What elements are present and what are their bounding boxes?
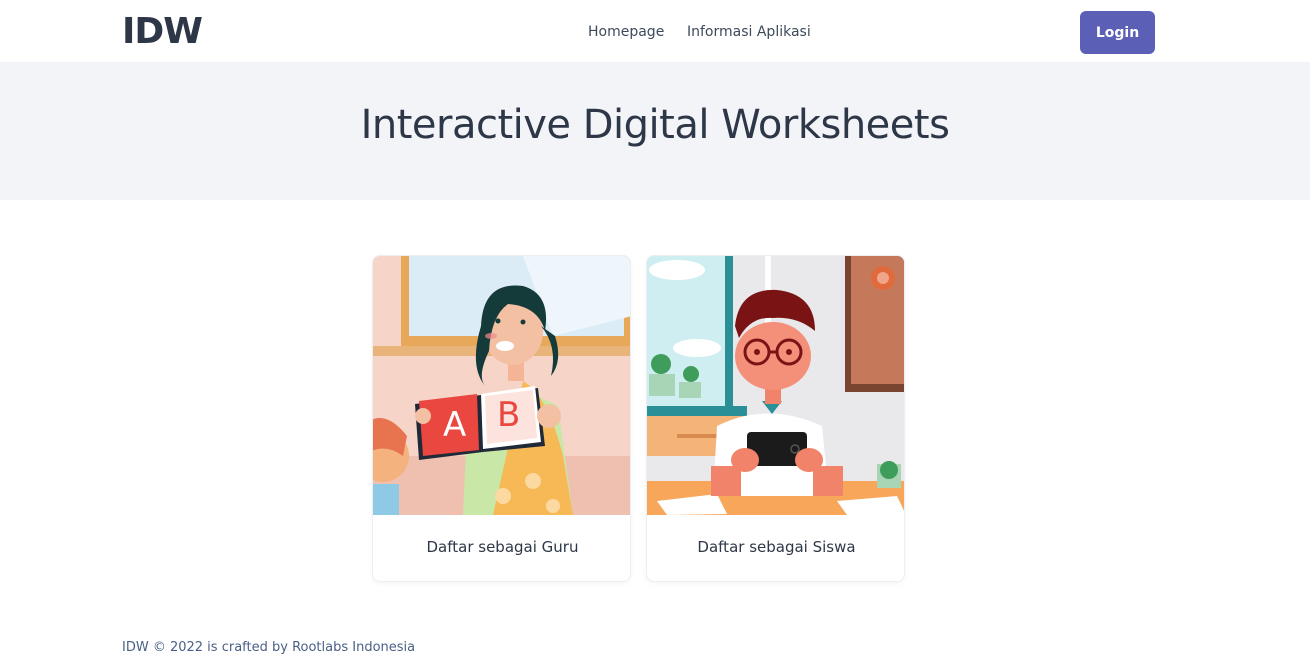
svg-text:B: B [497,395,520,435]
teacher-illustration: A B [373,256,630,515]
footer-rootlabs-link[interactable]: Rootlabs Indonesia [292,640,415,655]
hero-banner: Interactive Digital Worksheets [0,62,1310,200]
page-title: Interactive Digital Worksheets [360,102,950,148]
register-teacher-label[interactable]: Daftar sebagai Guru [373,515,630,581]
login-button[interactable]: Login [1080,11,1155,54]
brand-logo[interactable]: IDW [122,10,203,54]
svg-text:A: A [443,405,466,445]
nav-link-homepage[interactable]: Homepage [588,22,664,42]
student-illustration [647,256,904,515]
register-teacher-card[interactable]: A B Daftar sebagai Guru [372,255,631,582]
register-student-card[interactable]: Daftar sebagai Siswa [646,255,905,582]
footer: IDW © 2022 is crafted by Rootlabs Indone… [122,638,415,658]
register-student-label[interactable]: Daftar sebagai Siswa [647,515,904,581]
footer-copyright: IDW © 2022 is crafted by [122,640,288,655]
nav-link-informasi-aplikasi[interactable]: Informasi Aplikasi [687,22,811,42]
navbar: IDW Homepage Informasi Aplikasi Login [0,0,1310,62]
